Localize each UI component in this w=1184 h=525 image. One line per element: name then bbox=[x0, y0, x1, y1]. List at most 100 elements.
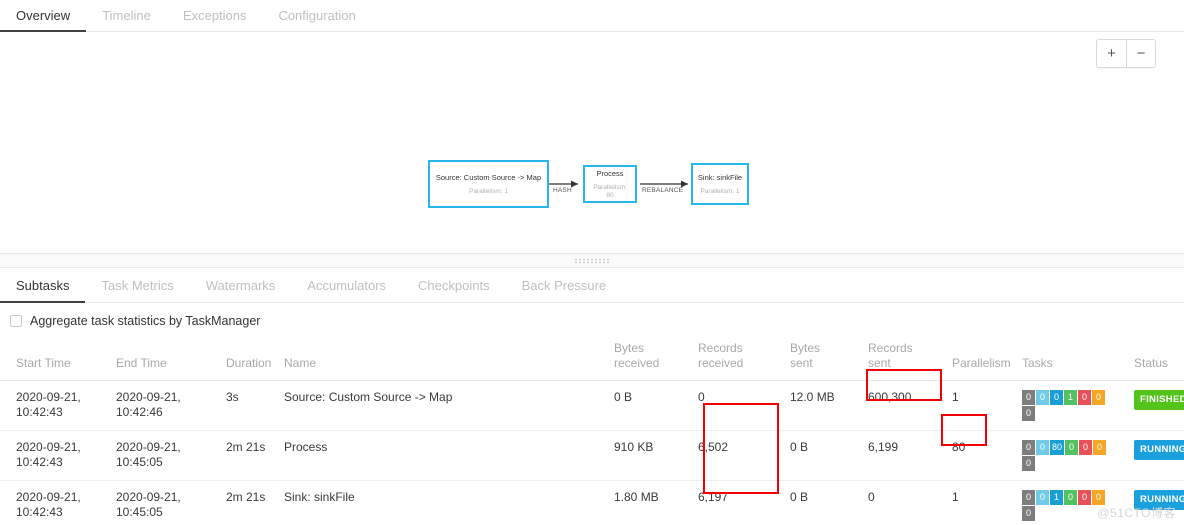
panel-splitter[interactable] bbox=[0, 254, 1184, 268]
cell-status: RUNNING bbox=[1128, 430, 1184, 481]
header-parallelism[interactable]: Parallelism bbox=[946, 337, 1016, 381]
task-badge: 1 bbox=[1064, 390, 1077, 405]
task-badge-group: 0001000 bbox=[1022, 390, 1118, 421]
header-start-time[interactable]: Start Time bbox=[0, 337, 110, 381]
header-duration[interactable]: Duration bbox=[220, 337, 278, 381]
table-row[interactable]: 2020-09-21, 10:42:43 2020-09-21, 10:45:05… bbox=[0, 480, 1184, 525]
cell-bytes-sent: 0 B bbox=[784, 480, 862, 525]
task-badge: 0 bbox=[1078, 490, 1091, 505]
header-bytes-received[interactable]: Bytes received bbox=[608, 337, 692, 381]
task-badge: 0 bbox=[1078, 390, 1091, 405]
cell-records-sent: 6,199 bbox=[862, 430, 946, 481]
task-badge-group: 0 0 80 0 0 0 0 bbox=[1022, 440, 1118, 471]
task-badge: 0 bbox=[1022, 456, 1035, 471]
task-badge: 0 bbox=[1022, 506, 1035, 521]
cell-parallelism: 1 bbox=[946, 380, 1016, 431]
header-tasks[interactable]: Tasks bbox=[1016, 337, 1128, 381]
task-badge: 80 bbox=[1050, 440, 1065, 455]
status-badge: RUNNING bbox=[1134, 440, 1184, 460]
header-records-sent[interactable]: Records sent bbox=[862, 337, 946, 381]
tab-back-pressure[interactable]: Back Pressure bbox=[506, 279, 623, 302]
bottom-tab-bar: Subtasks Task Metrics Watermarks Accumul… bbox=[0, 268, 1184, 303]
watermark: @51CTO博客 bbox=[1097, 506, 1176, 520]
cell-duration: 3s bbox=[220, 380, 278, 431]
header-end-time[interactable]: End Time bbox=[110, 337, 220, 381]
tab-exceptions[interactable]: Exceptions bbox=[167, 9, 263, 31]
graph-node-source[interactable]: Source: Custom Source -> Map Parallelism… bbox=[428, 160, 549, 208]
cell-bytes-received: 1.80 MB bbox=[608, 480, 692, 525]
cell-bytes-received: 0 B bbox=[608, 380, 692, 431]
top-tab-bar: Overview Timeline Exceptions Configurati… bbox=[0, 0, 1184, 32]
cell-bytes-received: 910 KB bbox=[608, 430, 692, 481]
task-badge: 0 bbox=[1092, 390, 1105, 405]
header-status[interactable]: Status bbox=[1128, 337, 1184, 381]
header-bytes-sent[interactable]: Bytes sent bbox=[784, 337, 862, 381]
subtasks-table-body: 2020-09-21, 10:42:43 2020-09-21, 10:42:46… bbox=[0, 380, 1184, 525]
task-badge: 1 bbox=[1050, 490, 1063, 505]
cell-end-time: 2020-09-21, 10:42:46 bbox=[110, 380, 220, 431]
cell-bytes-sent: 0 B bbox=[784, 430, 862, 481]
graph-node-sink[interactable]: Sink: sinkFile Parallelism: 1 bbox=[691, 163, 749, 205]
tab-checkpoints[interactable]: Checkpoints bbox=[402, 279, 506, 302]
aggregate-checkbox[interactable] bbox=[10, 315, 22, 327]
header-name[interactable]: Name bbox=[278, 337, 608, 381]
task-badge: 0 bbox=[1050, 390, 1063, 405]
task-badge: 0 bbox=[1064, 490, 1077, 505]
graph-node-title: Process bbox=[596, 168, 624, 178]
graph-node-parallelism: Parallelism: 1 bbox=[468, 187, 508, 195]
graph-node-parallelism: Parallelism: 80 bbox=[593, 183, 627, 199]
cell-parallelism: 1 bbox=[946, 480, 1016, 525]
aggregate-label[interactable]: Aggregate task statistics by TaskManager bbox=[30, 314, 260, 328]
cell-records-sent: 0 bbox=[862, 480, 946, 525]
cell-duration: 2m 21s bbox=[220, 480, 278, 525]
cell-start-time: 2020-09-21, 10:42:43 bbox=[0, 480, 110, 525]
cell-name: Process bbox=[278, 430, 608, 481]
table-row[interactable]: 2020-09-21, 10:42:43 2020-09-21, 10:42:46… bbox=[0, 380, 1184, 431]
cell-name: Sink: sinkFile bbox=[278, 480, 608, 525]
task-badge: 0 bbox=[1022, 390, 1035, 405]
graph-edge-label-rebalance: REBALANCE bbox=[642, 187, 684, 194]
subtasks-table-head: Start Time End Time Duration Name Bytes … bbox=[0, 337, 1184, 381]
cell-records-received: 6,502 bbox=[692, 430, 784, 481]
cell-bytes-sent: 12.0 MB bbox=[784, 380, 862, 431]
cell-start-time: 2020-09-21, 10:42:43 bbox=[0, 430, 110, 481]
status-badge: FINISHED bbox=[1134, 390, 1184, 410]
tab-task-metrics[interactable]: Task Metrics bbox=[85, 279, 189, 302]
header-records-received[interactable]: Records received bbox=[692, 337, 784, 381]
task-badge: 0 bbox=[1092, 490, 1105, 505]
task-badge: 0 bbox=[1065, 440, 1079, 455]
task-badge: 0 bbox=[1022, 490, 1035, 505]
cell-records-sent: 600,300 bbox=[862, 380, 946, 431]
aggregate-row: Aggregate task statistics by TaskManager bbox=[0, 303, 1184, 337]
tab-timeline[interactable]: Timeline bbox=[86, 9, 167, 31]
task-badge: 0 bbox=[1036, 390, 1049, 405]
splitter-grip-icon bbox=[574, 257, 610, 264]
cell-duration: 2m 21s bbox=[220, 430, 278, 481]
graph-node-title: Source: Custom Source -> Map bbox=[435, 172, 542, 182]
tab-overview[interactable]: Overview bbox=[0, 9, 87, 32]
graph-node-title: Sink: sinkFile bbox=[697, 172, 743, 182]
task-badge: 0 bbox=[1022, 406, 1035, 421]
cell-status: FINISHED bbox=[1128, 380, 1184, 431]
cell-end-time: 2020-09-21, 10:45:05 bbox=[110, 480, 220, 525]
cell-tasks: 0 0 80 0 0 0 0 bbox=[1016, 430, 1128, 481]
job-graph[interactable]: Source: Custom Source -> Map Parallelism… bbox=[0, 32, 1184, 253]
cell-parallelism: 80 bbox=[946, 430, 1016, 481]
task-badge: 0 bbox=[1036, 440, 1049, 455]
tab-accumulators[interactable]: Accumulators bbox=[291, 279, 402, 302]
graph-node-parallelism: Parallelism: 1 bbox=[700, 187, 740, 195]
subtasks-table: Start Time End Time Duration Name Bytes … bbox=[0, 337, 1184, 525]
tab-subtasks[interactable]: Subtasks bbox=[0, 279, 86, 303]
cell-tasks: 0001000 bbox=[1016, 380, 1128, 431]
tab-watermarks[interactable]: Watermarks bbox=[190, 279, 292, 302]
task-badge: 0 bbox=[1022, 440, 1035, 455]
tab-configuration[interactable]: Configuration bbox=[262, 9, 371, 31]
task-badge: 0 bbox=[1036, 490, 1049, 505]
graph-node-process[interactable]: Process Parallelism: 80 bbox=[583, 165, 637, 203]
job-graph-panel: + − Source: Custom Source -> Map Paralle… bbox=[0, 32, 1184, 254]
task-badge: 0 bbox=[1079, 440, 1093, 455]
table-row[interactable]: 2020-09-21, 10:42:43 2020-09-21, 10:45:05… bbox=[0, 430, 1184, 481]
graph-edge-label-hash: HASH bbox=[553, 187, 572, 194]
cell-start-time: 2020-09-21, 10:42:43 bbox=[0, 380, 110, 431]
graph-edges bbox=[549, 180, 688, 188]
